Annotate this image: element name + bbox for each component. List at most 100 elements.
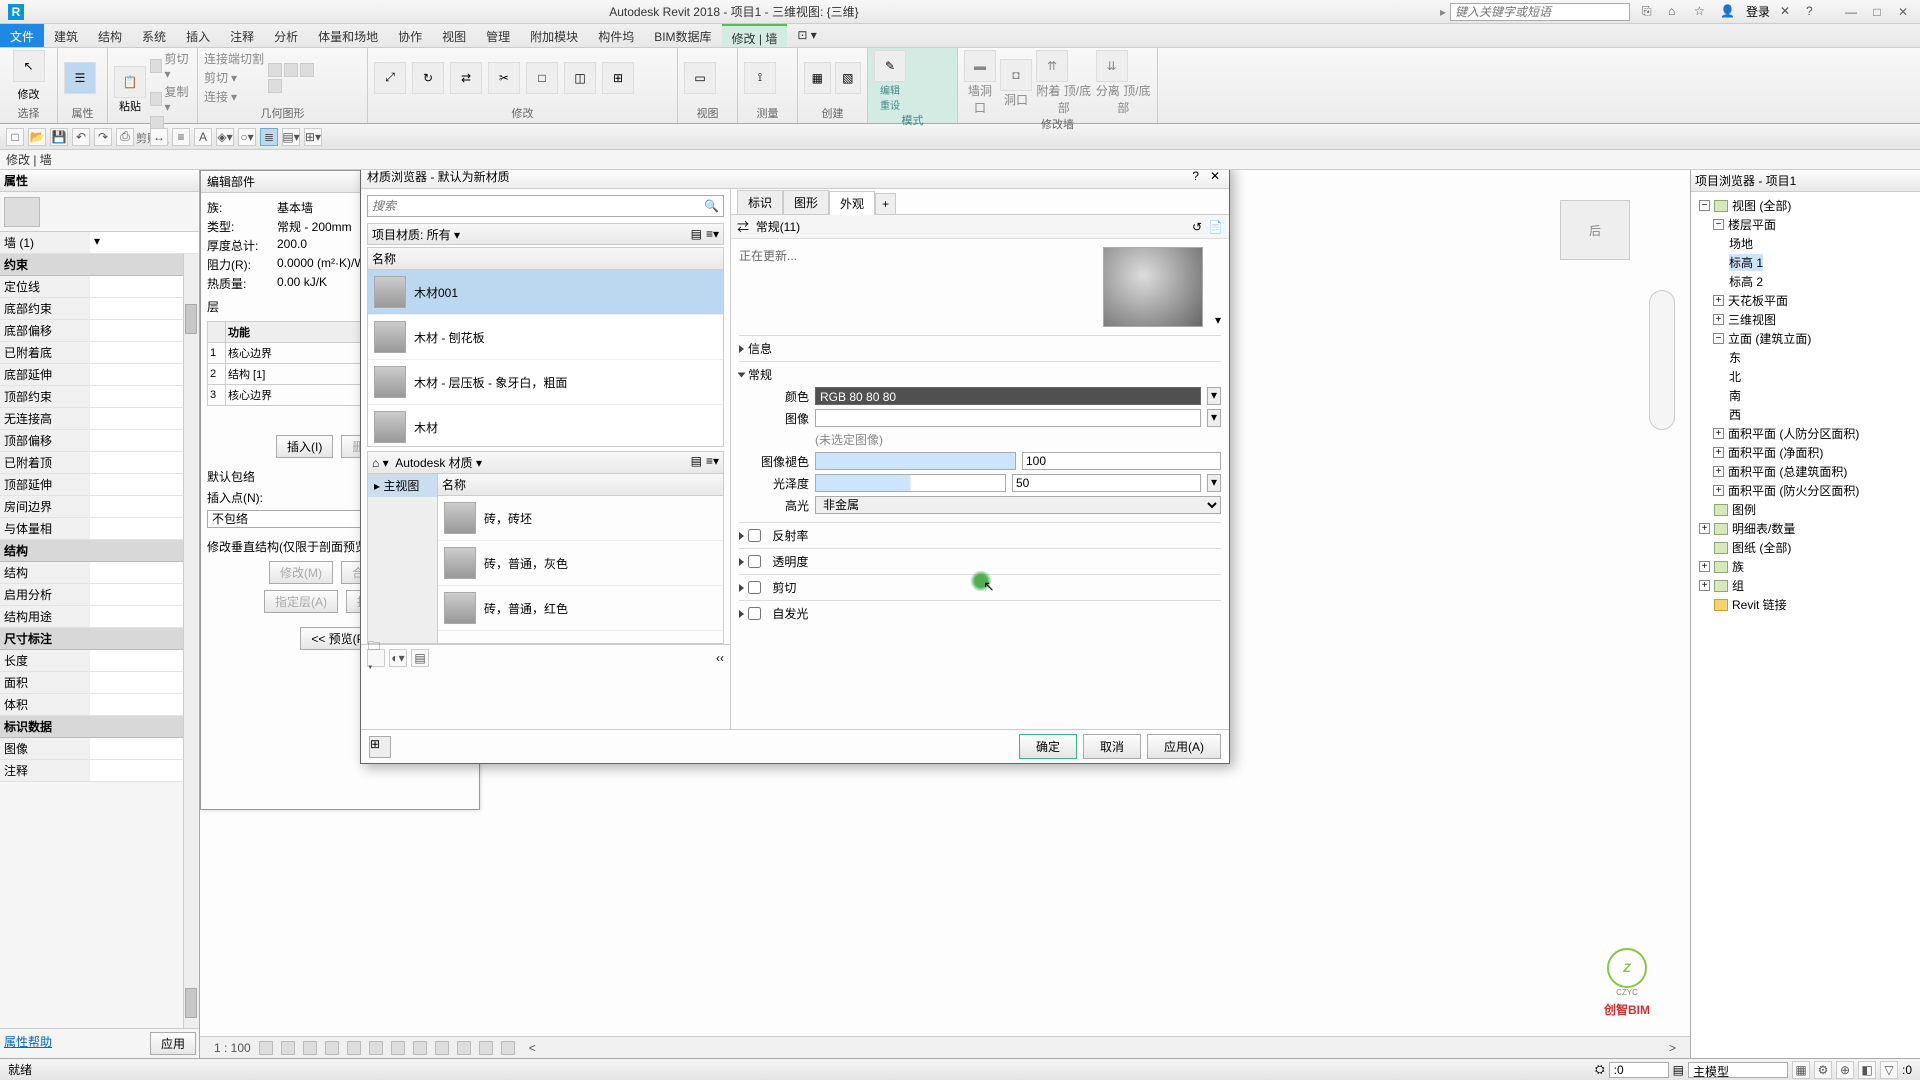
insert-layer-button[interactable]: 插入(I) (276, 435, 333, 458)
material-filter[interactable]: 项目材质: 所有 ▾ ▤≡▾ (367, 223, 724, 245)
vb-icon[interactable] (391, 1041, 405, 1055)
vb-icon[interactable] (413, 1041, 427, 1055)
general-section-header[interactable]: 常规 (739, 366, 1221, 383)
vb-icon[interactable] (347, 1041, 361, 1055)
gloss-dropdown[interactable]: ▾ (1207, 474, 1221, 492)
modify-icon[interactable]: ⇄ (450, 62, 482, 94)
signin-icon[interactable]: ⌂ (1668, 4, 1684, 20)
duplicate-material-button[interactable]: ◐▾ (389, 649, 407, 667)
color-value[interactable]: RGB 80 80 80 (815, 387, 1201, 405)
emit-section[interactable]: 自发光 (739, 605, 1221, 622)
collapse-left-button[interactable]: ‹‹ (716, 651, 724, 665)
wall-hole-button[interactable]: ▬ (964, 50, 996, 82)
edit-mode-button[interactable]: ✎ (874, 50, 906, 82)
tree-expander[interactable]: + (1699, 580, 1710, 591)
vb-icon[interactable] (259, 1041, 273, 1055)
emit-checkbox[interactable] (748, 607, 761, 620)
tab-system[interactable]: 系统 (132, 24, 176, 47)
material-help-button[interactable]: ? (1192, 170, 1199, 185)
cancel-button[interactable]: 取消 (1083, 734, 1141, 759)
properties-scrollbar[interactable] (183, 254, 199, 1028)
sb-filter-icon[interactable]: ▽ (1880, 1061, 1898, 1079)
reflect-checkbox[interactable] (748, 529, 761, 542)
tab-appearance[interactable]: 外观 (829, 191, 875, 215)
project-material-list[interactable]: 名称 木材001木材 - 刨花板木材 - 层压板 - 象牙白，粗面木材 (367, 247, 724, 447)
modify-icon[interactable]: □ (526, 62, 558, 94)
lib-list-icon[interactable]: ▤ (691, 454, 702, 471)
highlight-select[interactable]: 非金属 (815, 496, 1221, 514)
drawing-canvas[interactable]: 后 Z CZYC 创智BIM 1 : 100 < > (200, 170, 1690, 1058)
status-model[interactable]: 主模型 (1688, 1062, 1788, 1078)
create-icon[interactable]: ▦ (804, 62, 831, 94)
asset-swap-icon[interactable]: ⇄ (737, 220, 749, 234)
fade-value[interactable] (1022, 452, 1221, 470)
properties-help[interactable]: 属性帮助 (0, 1029, 147, 1058)
merge-geo[interactable]: 连接 ▾ (204, 88, 264, 105)
cut-section[interactable]: 剪切 (739, 579, 1221, 596)
status-value[interactable]: :0 (1609, 1062, 1669, 1078)
create-icon[interactable]: ▧ (835, 62, 862, 94)
image-dropdown[interactable]: ▾ (1207, 409, 1221, 427)
modify-icon[interactable]: ✂ (488, 62, 520, 94)
tree-expander[interactable]: − (1713, 219, 1724, 230)
help-icon[interactable]: ? (1806, 4, 1822, 20)
detach-top-button[interactable]: ⇊ (1096, 50, 1128, 82)
subscribe-icon[interactable]: ⎘ (1642, 4, 1658, 20)
project-tree[interactable]: −视图 (全部) −楼层平面 场地 标高 1 标高 2 +天花板平面 +三维视图… (1691, 192, 1920, 1058)
library-item[interactable]: 砖，普通，红色 (438, 586, 723, 631)
maximize-button[interactable]: □ (1868, 5, 1886, 19)
tab-annotate[interactable]: 注释 (220, 24, 264, 47)
material-item[interactable]: 木材 (368, 405, 723, 447)
qa-text[interactable]: A (194, 128, 212, 146)
tree-expander[interactable]: + (1713, 485, 1724, 496)
modify-tool-button[interactable]: ↖ (13, 50, 45, 82)
tree-expander[interactable]: + (1713, 466, 1724, 477)
tree-expander[interactable]: + (1699, 561, 1710, 572)
sb-icon[interactable]: ◧ (1858, 1061, 1876, 1079)
sb-icon[interactable]: ⚙ (1814, 1061, 1832, 1079)
modify-icon[interactable]: ↻ (412, 62, 444, 94)
tab-collab[interactable]: 协作 (388, 24, 432, 47)
lib-menu-icon[interactable]: ≡▾ (706, 454, 719, 471)
paste-button[interactable]: 📋 (114, 66, 146, 98)
material-search-input[interactable] (372, 199, 704, 213)
tab-bimdb[interactable]: BIM数据库 (644, 24, 721, 47)
tab-struct[interactable]: 结构 (88, 24, 132, 47)
gloss-slider[interactable] (815, 474, 1006, 492)
trans-checkbox[interactable] (748, 555, 761, 568)
asset-browser-button[interactable]: ⊞ (369, 736, 391, 758)
tree-expander[interactable]: − (1699, 200, 1710, 211)
search-input[interactable] (1450, 3, 1630, 21)
close-button[interactable]: ✕ (1894, 5, 1912, 19)
copy-button[interactable]: 复制 ▾ (150, 83, 191, 114)
image-field[interactable] (815, 409, 1201, 427)
id-section[interactable]: 标识数据 (0, 716, 199, 738)
asset-dup-icon[interactable]: 📄 (1208, 220, 1223, 234)
vb-icon[interactable] (303, 1041, 317, 1055)
tree-expander[interactable]: + (1713, 428, 1724, 439)
list-view-icon[interactable]: ▤ (691, 227, 702, 241)
asset-replace-icon[interactable]: ↺ (1192, 220, 1202, 234)
tab-view[interactable]: 视图 (432, 24, 476, 47)
geo-icon[interactable] (284, 63, 298, 77)
cut-button[interactable]: 剪切 ▾ (150, 50, 191, 81)
tree-expander[interactable]: + (1713, 447, 1724, 458)
material-preview-image[interactable] (1103, 247, 1203, 327)
color-dropdown[interactable]: ▾ (1207, 387, 1221, 405)
vb-icon[interactable] (281, 1041, 295, 1055)
sb-icon[interactable]: ⊕ (1836, 1061, 1854, 1079)
login-label[interactable]: 登录 (1746, 3, 1770, 20)
view-icon[interactable]: ▭ (684, 62, 716, 94)
qa-new[interactable]: □ (6, 128, 24, 146)
exchange-icon[interactable]: ✕ (1780, 4, 1796, 20)
modify-icon[interactable]: ⤢ (374, 62, 406, 94)
qa-align[interactable]: ≡ (172, 128, 190, 146)
geo-icon[interactable] (268, 63, 282, 77)
constraint-section[interactable]: 约束 (0, 254, 199, 276)
vb-icon[interactable] (457, 1041, 471, 1055)
tab-comp[interactable]: 构件坞 (588, 24, 644, 47)
mat-settings-button[interactable]: ▤ (411, 649, 429, 667)
properties-apply[interactable]: 应用 (150, 1032, 196, 1055)
tab-expand[interactable]: ⊡ ▾ (787, 24, 826, 47)
qa-print[interactable]: ⎙ (116, 128, 134, 146)
